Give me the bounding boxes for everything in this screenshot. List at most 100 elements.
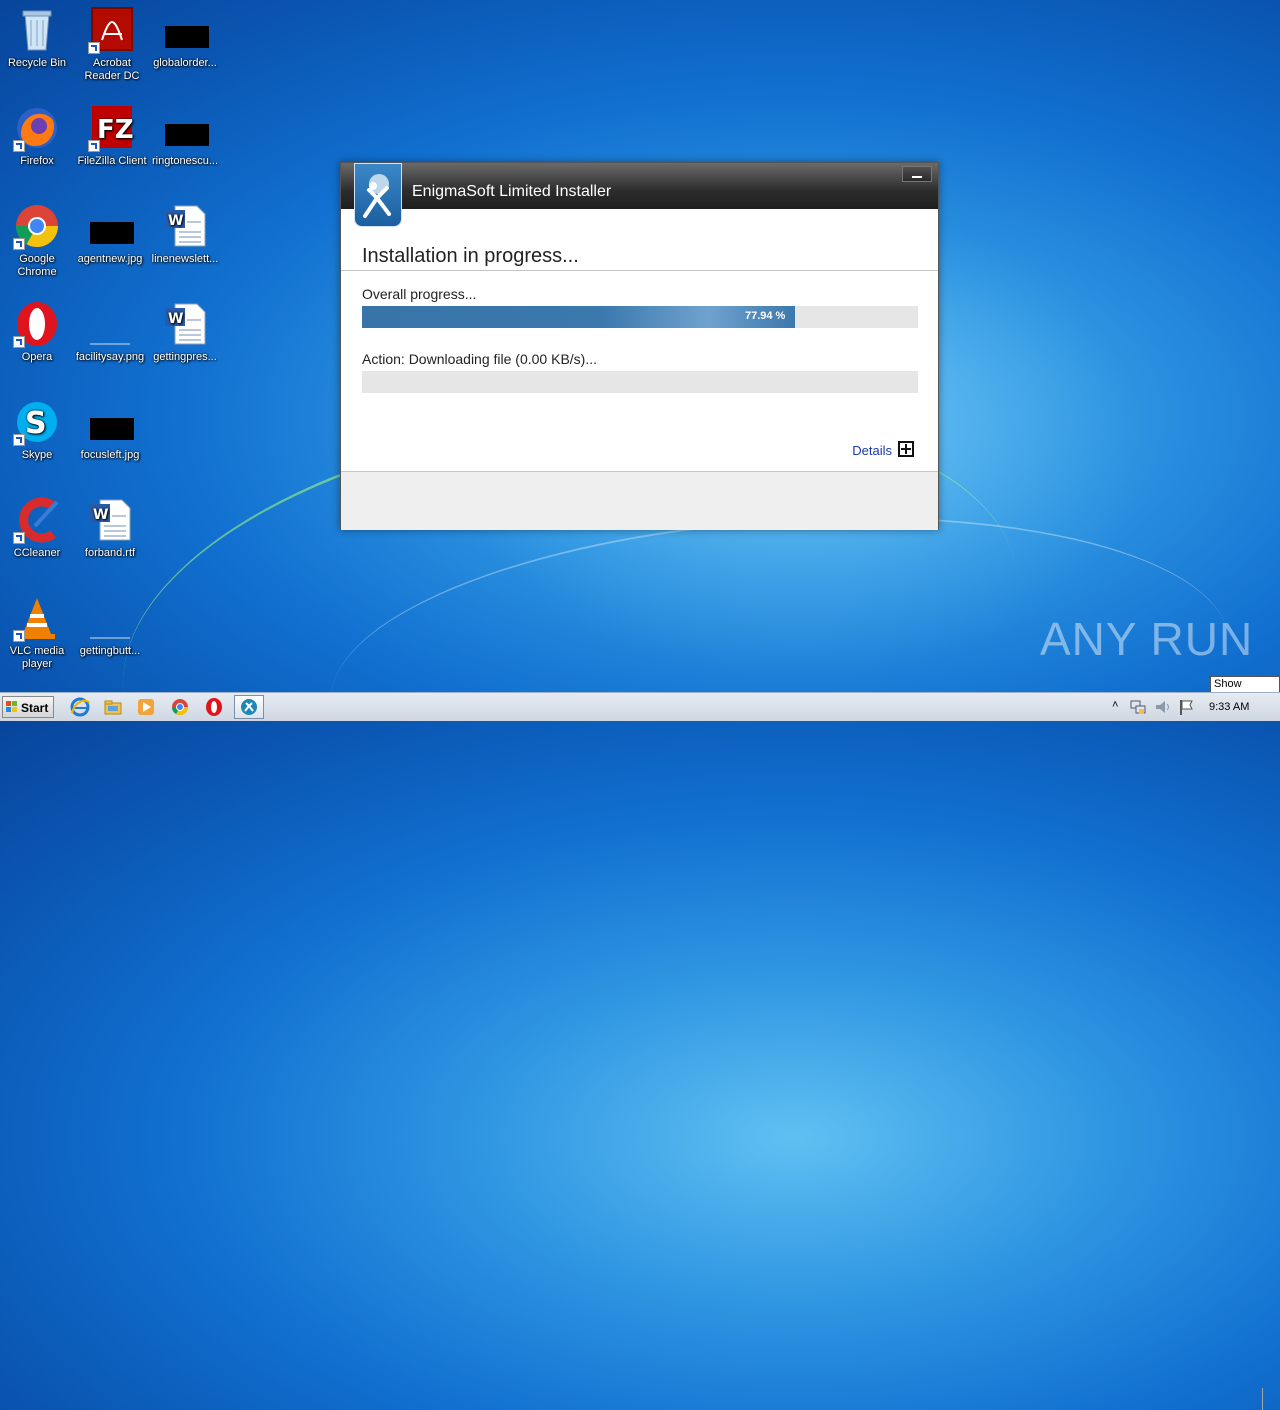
desktop-icon-globalorder[interactable]: globalorder... [148, 6, 222, 70]
word-document-icon: W [86, 496, 134, 544]
desktop-icon-label: FileZilla Client [77, 155, 147, 167]
start-button[interactable]: Start [2, 696, 54, 718]
desktop-icon-label: agentnew.jpg [77, 253, 143, 265]
desktop-icon-acrobat[interactable]: Acrobat Reader DC [75, 6, 149, 83]
shortcut-arrow-icon [88, 42, 100, 54]
svg-text:W: W [168, 311, 183, 327]
desktop-icon-label: Recycle Bin [7, 57, 67, 69]
wallpaper-streak [320, 488, 1240, 854]
desktop-icon-gettingpres[interactable]: W gettingpres... [148, 300, 222, 364]
desktop-icon-label: forband.rtf [84, 547, 136, 559]
chrome-taskbar-icon[interactable] [170, 697, 190, 717]
shortcut-arrow-icon [13, 336, 25, 348]
desktop-icon-label: gettingbutt... [79, 645, 141, 657]
expand-plus-icon[interactable] [898, 441, 914, 457]
ccleaner-icon [13, 496, 61, 544]
show-desktop-button[interactable] [1262, 1388, 1279, 1410]
shortcut-arrow-icon [13, 140, 25, 152]
shortcut-arrow-icon [13, 532, 25, 544]
minimize-button[interactable] [902, 166, 932, 182]
desktop-icon-label: Acrobat Reader DC [84, 57, 140, 82]
desktop-icon-firefox[interactable]: Firefox [0, 104, 74, 168]
overall-progress-label: Overall progress... [362, 286, 477, 302]
word-document-icon: W [161, 202, 209, 250]
internet-explorer-icon[interactable] [70, 697, 90, 717]
desktop-icon-label: facilitysay.png [75, 351, 145, 363]
shortcut-arrow-icon [13, 434, 25, 446]
desktop-icon-label: CCleaner [13, 547, 61, 559]
action-center-flag-icon[interactable] [1177, 698, 1197, 718]
file-explorer-icon[interactable] [103, 697, 123, 717]
volume-tray-icon[interactable] [1153, 698, 1173, 718]
installer-taskbar-button[interactable] [234, 695, 264, 719]
action-progress-bar [362, 371, 918, 393]
svg-text:S: S [25, 406, 47, 441]
desktop-icon-filezilla[interactable]: FZ FileZilla Client [75, 104, 149, 168]
installer-title: EnigmaSoft Limited Installer [412, 183, 612, 200]
desktop-icon-label: linenewslett... [151, 253, 219, 265]
network-tray-icon[interactable] [1129, 698, 1149, 718]
desktop-icon-linenewslett[interactable]: W linenewslett... [148, 202, 222, 266]
desktop-icon-label: globalorder... [153, 57, 217, 69]
image-thumbnail-icon [86, 594, 134, 642]
installer-title-bar[interactable]: EnigmaSoft Limited Installer [341, 163, 938, 209]
desktop-icon-label: gettingpres... [153, 351, 217, 363]
firefox-icon [13, 104, 61, 152]
vlc-cone-icon [13, 594, 61, 642]
overall-progress-bar: 77.94 % [362, 306, 918, 328]
action-label: Action: Downloading file (0.00 KB/s)... [362, 351, 598, 367]
chrome-icon [13, 202, 61, 250]
desktop-icon-label: focusleft.jpg [80, 449, 140, 461]
windows-logo-icon [6, 701, 17, 712]
opera-icon [13, 300, 61, 348]
desktop-icon-skype[interactable]: S Skype [0, 398, 74, 462]
anyrun-watermark: ANY RUN [1040, 613, 1254, 665]
installer-footer [341, 471, 938, 530]
desktop-icon-label: Skype [21, 449, 53, 461]
recycle-bin-icon [13, 6, 61, 54]
desktop-icon-ccleaner[interactable]: CCleaner [0, 496, 74, 560]
desktop-icon-gettingbutt[interactable]: gettingbutt... [73, 594, 147, 658]
enigmasoft-taskbar-icon [241, 699, 257, 715]
show-desktop-tooltip: Show desktop [1210, 676, 1280, 705]
desktop-icon-label: VLC media player [9, 645, 65, 670]
opera-taskbar-icon[interactable] [204, 697, 224, 717]
desktop-icon-ringtonescu[interactable]: ringtonescu... [148, 104, 222, 168]
shortcut-arrow-icon [88, 140, 100, 152]
media-player-icon[interactable] [136, 697, 156, 717]
overall-progress-percent: 77.94 % [744, 310, 786, 322]
desktop-icon-chrome[interactable]: Google Chrome [0, 202, 74, 279]
svg-text:W: W [168, 213, 183, 229]
skype-icon: S [13, 398, 61, 446]
acrobat-icon [88, 6, 136, 54]
start-label: Start [21, 701, 49, 715]
installer-window[interactable]: EnigmaSoft Limited Installer Installatio… [340, 162, 939, 530]
divider [341, 270, 938, 271]
desktop-icon-vlc[interactable]: VLC media player [0, 594, 74, 671]
image-thumbnail-icon [86, 398, 134, 446]
tray-expand-icon[interactable]: ˄ [1112, 699, 1118, 711]
image-thumbnail-icon [86, 300, 134, 348]
desktop-icon-label: ringtonescu... [151, 155, 219, 167]
desktop-icon-recycle-bin[interactable]: Recycle Bin [0, 6, 74, 70]
desktop-icon-opera[interactable]: Opera [0, 300, 74, 364]
installation-heading: Installation in progress... [362, 245, 579, 267]
desktop-icon-forband[interactable]: W forband.rtf [73, 496, 147, 560]
desktop-icon-label: Opera [21, 351, 53, 363]
word-document-icon: W [161, 300, 209, 348]
overall-progress-fill: 77.94 % [362, 306, 796, 328]
desktop-icon-label: Firefox [20, 155, 54, 167]
clock[interactable]: 9:33 AM [1209, 701, 1249, 713]
desktop-icon-label: Google Chrome [17, 253, 57, 278]
enigmasoft-logo-icon [354, 163, 402, 227]
desktop-icon-focusleft[interactable]: focusleft.jpg [73, 398, 147, 462]
svg-text:FZ: FZ [97, 115, 134, 145]
image-thumbnail-icon [161, 104, 209, 152]
desktop-icon-agentnew[interactable]: agentnew.jpg [73, 202, 147, 266]
details-link[interactable]: Details [852, 443, 892, 458]
shortcut-arrow-icon [13, 238, 25, 250]
desktop-icon-facilitysay[interactable]: facilitysay.png [73, 300, 147, 364]
image-thumbnail-icon [86, 202, 134, 250]
svg-text:W: W [93, 507, 108, 523]
image-thumbnail-icon [161, 6, 209, 54]
